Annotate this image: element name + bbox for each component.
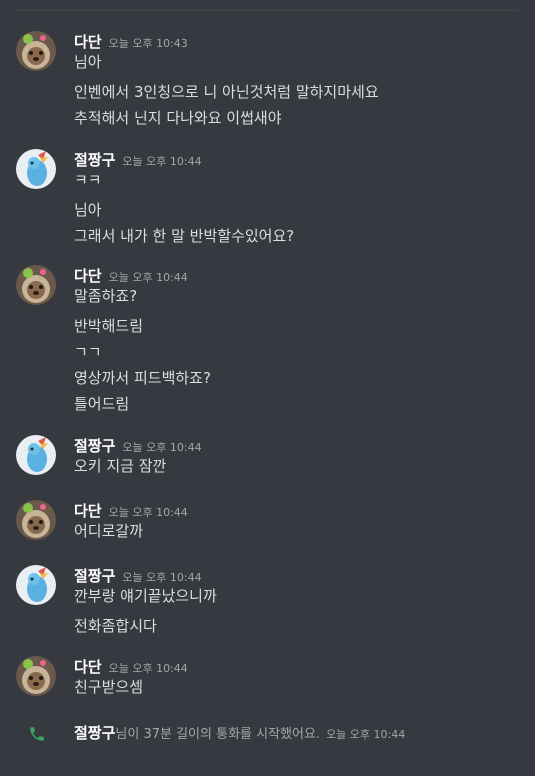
- message-text: 반박해드림: [74, 317, 144, 335]
- message-text: 깐부랑 얘기끝났으니까: [74, 587, 217, 605]
- username[interactable]: 절짱구: [74, 565, 115, 586]
- timestamp: 오늘 오후 10:44: [122, 571, 202, 584]
- phone-icon: [28, 725, 46, 743]
- message-text: 틀어드림: [74, 395, 130, 413]
- timestamp: 오늘 오후 10:44: [108, 662, 188, 675]
- message-text: 어디로갈까: [74, 522, 144, 540]
- message-text: 오키 지금 잠깐: [74, 457, 167, 475]
- timestamp: 오늘 오후 10:44: [122, 441, 202, 454]
- username[interactable]: 절짱구: [74, 149, 115, 170]
- timestamp: 오늘 오후 10:44: [108, 506, 188, 519]
- message-text: ㄱㄱ: [74, 343, 102, 361]
- username[interactable]: 절짱구: [74, 435, 115, 456]
- message-text: 님아: [74, 201, 102, 219]
- plush-avatar[interactable]: [16, 565, 56, 605]
- message-text: 영상까서 피드백하죠?: [74, 369, 211, 387]
- call-description: 님이 37분 길이의 통화를 시작했어요.: [115, 727, 321, 742]
- dog-avatar[interactable]: [16, 500, 56, 540]
- username[interactable]: 다단: [74, 265, 102, 286]
- timestamp: 오늘 오후 10:44: [108, 271, 188, 284]
- divider: [16, 10, 519, 11]
- timestamp: 오늘 오후 10:43: [108, 37, 188, 50]
- message-text: 친구받으셈: [74, 678, 144, 696]
- message-text: 님아: [74, 53, 102, 71]
- username[interactable]: 다단: [74, 656, 102, 677]
- dog-avatar[interactable]: [16, 31, 56, 71]
- username[interactable]: 다단: [74, 500, 102, 521]
- message-text: ㅋㅋ: [74, 171, 102, 189]
- message-text: 추적해서 닌지 다나와요 이썹새야: [74, 109, 282, 127]
- call-username[interactable]: 절짱구: [74, 722, 115, 743]
- message-text: 인벤에서 3인칭으로 니 아닌것처럼 말하지마세요: [74, 83, 379, 101]
- message-text: 말좀하죠?: [74, 287, 138, 305]
- call-system-message: 절짱구 님이 37분 길이의 통화를 시작했어요. 오늘 오후 10:44: [0, 722, 535, 744]
- timestamp: 오늘 오후 10:44: [326, 728, 406, 741]
- timestamp: 오늘 오후 10:44: [122, 155, 202, 168]
- dog-avatar[interactable]: [16, 265, 56, 305]
- plush-avatar[interactable]: [16, 435, 56, 475]
- message-text: 전화좀합시다: [74, 617, 157, 635]
- username[interactable]: 다단: [74, 31, 102, 52]
- plush-avatar[interactable]: [16, 149, 56, 189]
- message-text: 그래서 내가 한 말 반박할수있어요?: [74, 227, 295, 245]
- dog-avatar[interactable]: [16, 656, 56, 696]
- chat-messages: 다단 오늘 오후 10:43 님아 인벤에서 3인칭으로 니 아닌것처럼 말하지…: [0, 0, 535, 776]
